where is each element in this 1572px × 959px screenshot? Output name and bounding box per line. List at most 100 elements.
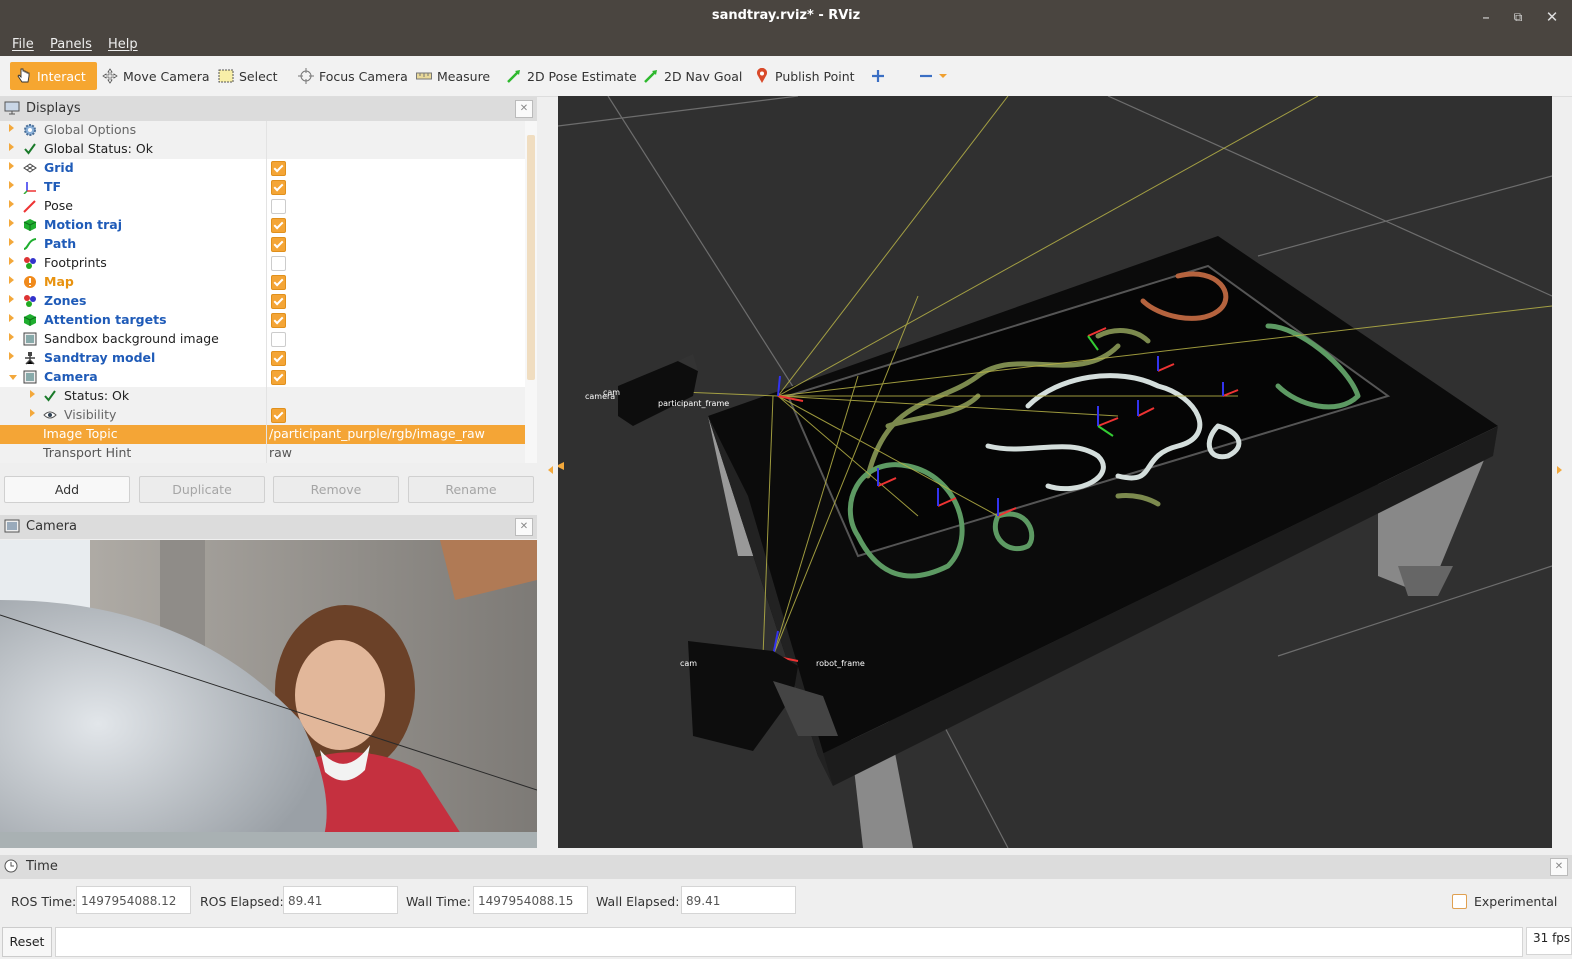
close-icon[interactable]: ✕ bbox=[1540, 6, 1564, 28]
wall-time-field[interactable]: 1497954088.15 bbox=[473, 886, 588, 914]
display-enabled-checkbox[interactable] bbox=[271, 408, 286, 423]
display-row[interactable]: Global Status: Ok bbox=[0, 140, 525, 159]
menu-file[interactable]: File bbox=[12, 37, 34, 52]
expand-arrow-icon[interactable] bbox=[9, 124, 14, 132]
monitor-icon bbox=[4, 101, 20, 115]
display-row[interactable]: Path bbox=[0, 235, 525, 254]
display-row-label: Path bbox=[44, 236, 77, 251]
display-enabled-checkbox[interactable] bbox=[271, 180, 286, 195]
minimize-icon[interactable]: – bbox=[1474, 6, 1498, 28]
plus-icon bbox=[870, 68, 886, 84]
display-row[interactable]: Grid bbox=[0, 159, 525, 178]
display-row[interactable]: Camera bbox=[0, 368, 525, 387]
fps-indicator: 31 fps bbox=[1526, 927, 1572, 955]
window-title: sandtray.rviz* - RViz bbox=[711, 8, 861, 23]
display-row[interactable]: Attention targets bbox=[0, 311, 525, 330]
transport-hint-value[interactable]: raw bbox=[269, 445, 292, 460]
selection-rect-icon bbox=[218, 68, 234, 84]
expand-arrow-icon[interactable] bbox=[9, 352, 14, 360]
add-tool-button[interactable] bbox=[864, 62, 892, 90]
display-enabled-checkbox[interactable] bbox=[271, 275, 286, 290]
expand-arrow-icon[interactable] bbox=[9, 333, 14, 341]
crosshair-icon bbox=[298, 68, 314, 84]
display-row-label: Attention targets bbox=[44, 312, 167, 327]
expand-arrow-icon[interactable] bbox=[9, 143, 14, 151]
move-camera-tool-button[interactable]: Move Camera bbox=[96, 62, 216, 90]
menu-panels[interactable]: Panels bbox=[50, 37, 92, 52]
collapse-arrow-icon[interactable] bbox=[9, 375, 17, 380]
expand-arrow-icon[interactable] bbox=[9, 200, 14, 208]
expand-arrow-icon[interactable] bbox=[9, 162, 14, 170]
add-display-button[interactable]: Add bbox=[4, 476, 130, 503]
measure-tool-button[interactable]: Measure bbox=[410, 62, 496, 90]
camera-image-view[interactable] bbox=[0, 540, 537, 848]
display-row[interactable]: Sandtray model bbox=[0, 349, 525, 368]
minus-icon bbox=[918, 68, 934, 84]
display-enabled-checkbox[interactable] bbox=[271, 199, 286, 214]
display-enabled-checkbox[interactable] bbox=[271, 370, 286, 385]
display-enabled-checkbox[interactable] bbox=[271, 332, 286, 347]
close-panel-icon[interactable]: ✕ bbox=[515, 100, 533, 118]
menu-help[interactable]: Help bbox=[108, 37, 138, 52]
expand-arrow-icon[interactable] bbox=[9, 181, 14, 189]
experimental-checkbox[interactable] bbox=[1452, 894, 1467, 909]
display-enabled-checkbox[interactable] bbox=[271, 161, 286, 176]
expand-arrow-icon[interactable] bbox=[9, 219, 14, 227]
collapse-right-icon[interactable] bbox=[1557, 466, 1562, 474]
display-row[interactable]: Pose bbox=[0, 197, 525, 216]
expand-arrow-icon[interactable] bbox=[9, 276, 14, 284]
display-row[interactable]: Transport Hint raw bbox=[0, 444, 525, 463]
scrollbar-thumb[interactable] bbox=[527, 135, 535, 380]
display-enabled-checkbox[interactable] bbox=[271, 351, 286, 366]
remove-tool-button[interactable] bbox=[912, 62, 953, 90]
dropdown-arrow-icon[interactable] bbox=[939, 68, 947, 84]
expand-arrow-icon[interactable] bbox=[9, 314, 14, 322]
experimental-label: Experimental bbox=[1474, 894, 1558, 909]
green-arrow-icon bbox=[506, 68, 522, 84]
display-row[interactable]: Image Topic/participant_purple/rgb/image… bbox=[0, 425, 525, 444]
display-row[interactable]: Status: Ok bbox=[0, 387, 525, 406]
close-panel-icon[interactable]: ✕ bbox=[1550, 858, 1568, 876]
markers-icon bbox=[22, 255, 38, 271]
interact-tool-button[interactable]: Interact bbox=[10, 62, 97, 90]
maximize-icon[interactable]: ⧉ bbox=[1506, 6, 1530, 28]
nav-goal-tool-button[interactable]: 2D Nav Goal bbox=[637, 62, 748, 90]
display-enabled-checkbox[interactable] bbox=[271, 313, 286, 328]
expand-arrow-icon[interactable] bbox=[9, 257, 14, 265]
display-row[interactable]: TF bbox=[0, 178, 525, 197]
pose-estimate-tool-button[interactable]: 2D Pose Estimate bbox=[500, 62, 643, 90]
remove-display-button[interactable]: Remove bbox=[273, 476, 399, 503]
display-enabled-checkbox[interactable] bbox=[271, 218, 286, 233]
display-row[interactable]: Sandbox background image bbox=[0, 330, 525, 349]
close-panel-icon[interactable]: ✕ bbox=[515, 518, 533, 536]
reset-button[interactable]: Reset bbox=[2, 927, 52, 957]
image-topic-value[interactable]: /participant_purple/rgb/image_raw bbox=[269, 426, 485, 441]
select-tool-button[interactable]: Select bbox=[212, 62, 284, 90]
display-enabled-checkbox[interactable] bbox=[271, 256, 286, 271]
wall-elapsed-field[interactable]: 89.41 bbox=[681, 886, 796, 914]
display-row[interactable]: Map bbox=[0, 273, 525, 292]
focus-camera-tool-button[interactable]: Focus Camera bbox=[292, 62, 414, 90]
expand-arrow-icon[interactable] bbox=[30, 409, 35, 417]
rename-display-button[interactable]: Rename bbox=[408, 476, 534, 503]
publish-point-tool-button[interactable]: Publish Point bbox=[748, 62, 861, 90]
display-row[interactable]: Footprints bbox=[0, 254, 525, 273]
duplicate-display-button[interactable]: Duplicate bbox=[139, 476, 265, 503]
display-row-label: Transport Hint bbox=[43, 445, 132, 460]
display-row[interactable]: Motion traj bbox=[0, 216, 525, 235]
display-enabled-checkbox[interactable] bbox=[271, 294, 286, 309]
collapse-left-icon[interactable] bbox=[548, 466, 553, 474]
expand-arrow-icon[interactable] bbox=[9, 295, 14, 303]
3d-viewport[interactable]: camera cam participant_frame cam robot_f… bbox=[558, 96, 1552, 848]
ros-time-field[interactable]: 1497954088.12 bbox=[76, 886, 191, 914]
camera-panel-title: Camera bbox=[26, 519, 78, 534]
display-enabled-checkbox[interactable] bbox=[271, 237, 286, 252]
display-row[interactable]: Global Options bbox=[0, 121, 525, 140]
expand-arrow-icon[interactable] bbox=[9, 238, 14, 246]
display-row[interactable]: Zones bbox=[0, 292, 525, 311]
expand-arrow-icon[interactable] bbox=[30, 390, 35, 398]
ros-elapsed-field[interactable]: 89.41 bbox=[283, 886, 398, 914]
tree-scrollbar[interactable] bbox=[525, 121, 537, 463]
map-pin-icon bbox=[754, 68, 770, 84]
display-row[interactable]: Visibility bbox=[0, 406, 525, 425]
